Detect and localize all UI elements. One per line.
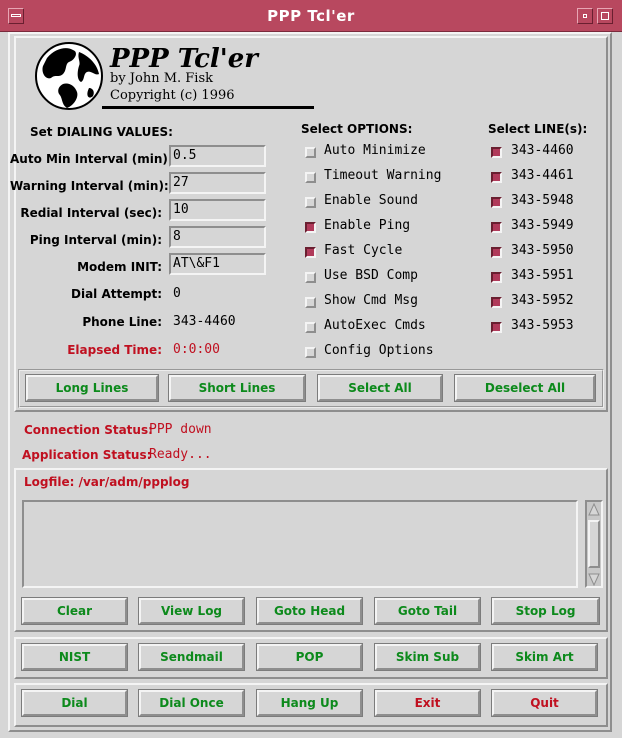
line-checkbox[interactable]	[491, 322, 502, 333]
ping-interval-field[interactable]: 8	[169, 226, 266, 248]
line-label[interactable]: 343-4460	[511, 143, 574, 158]
dial-attempt-value: 0	[173, 286, 181, 301]
clear-log-button[interactable]: Clear	[21, 597, 128, 625]
elapsed-time-label: Elapsed Time:	[67, 343, 162, 357]
line-label[interactable]: 343-5950	[511, 243, 574, 258]
exit-button[interactable]: Exit	[374, 689, 481, 717]
application-status-value: Ready...	[149, 447, 212, 462]
warning-interval-field[interactable]: 27	[169, 172, 266, 194]
option-checkbox[interactable]	[305, 347, 316, 358]
line-checkbox[interactable]	[491, 197, 502, 208]
option-label[interactable]: Show Cmd Msg	[324, 293, 418, 308]
minimize-button[interactable]	[577, 8, 593, 24]
modem-init-field[interactable]: AT\&F1	[169, 253, 266, 275]
option-label[interactable]: Enable Sound	[324, 193, 418, 208]
deselect-all-button[interactable]: Deselect All	[454, 374, 596, 402]
scroll-up-arrow-icon[interactable]	[588, 503, 600, 517]
scroll-down-arrow-icon[interactable]	[588, 572, 600, 586]
lines-heading: Select LINE(s):	[488, 122, 588, 136]
maximize-icon	[601, 12, 609, 20]
quit-button[interactable]: Quit	[491, 689, 598, 717]
option-checkbox[interactable]	[305, 272, 316, 283]
elapsed-time-value: 0:0:00	[173, 342, 220, 357]
option-label[interactable]: Timeout Warning	[324, 168, 441, 183]
select-all-button[interactable]: Select All	[317, 374, 443, 402]
phone-line-value: 343-4460	[173, 314, 236, 329]
line-label[interactable]: 343-5949	[511, 218, 574, 233]
warning-interval-label: Warning Interval (min):	[10, 179, 169, 193]
dial-attempt-label: Dial Attempt:	[71, 287, 162, 301]
line-checkbox[interactable]	[491, 297, 502, 308]
app-name: PPP Tcl'er	[110, 44, 258, 74]
option-label[interactable]: Auto Minimize	[324, 143, 426, 158]
hang-up-button[interactable]: Hang Up	[256, 689, 363, 717]
stop-log-button[interactable]: Stop Log	[491, 597, 600, 625]
line-checkbox[interactable]	[491, 272, 502, 283]
long-lines-button[interactable]: Long Lines	[25, 374, 159, 402]
goto-head-button[interactable]: Goto Head	[256, 597, 363, 625]
dial-button[interactable]: Dial	[21, 689, 128, 717]
line-label[interactable]: 343-5948	[511, 193, 574, 208]
option-checkbox[interactable]	[305, 172, 316, 183]
logfile-label: Logfile: /var/adm/ppplog	[24, 475, 190, 489]
option-label[interactable]: Enable Ping	[324, 218, 410, 233]
pop-button[interactable]: POP	[256, 643, 363, 671]
scroll-thumb[interactable]	[588, 520, 600, 568]
line-label[interactable]: 343-4461	[511, 168, 574, 183]
author-text: by John M. Fisk	[110, 71, 214, 86]
copyright-text: Copyright (c) 1996	[110, 88, 235, 103]
option-checkbox[interactable]	[305, 247, 316, 258]
dial-once-button[interactable]: Dial Once	[138, 689, 245, 717]
redial-interval-field[interactable]: 10	[169, 199, 266, 221]
skim-art-button[interactable]: Skim Art	[491, 643, 598, 671]
sendmail-button[interactable]: Sendmail	[138, 643, 245, 671]
phone-line-label: Phone Line:	[82, 315, 162, 329]
modem-init-label: Modem INIT:	[77, 260, 162, 274]
line-checkbox[interactable]	[491, 222, 502, 233]
auto-min-interval-field[interactable]: 0.5	[169, 145, 266, 167]
nist-button[interactable]: NIST	[21, 643, 128, 671]
line-label[interactable]: 343-5951	[511, 268, 574, 283]
option-checkbox[interactable]	[305, 197, 316, 208]
logo-underline	[102, 106, 314, 109]
log-text-area[interactable]	[22, 500, 578, 588]
window-titlebar[interactable]: PPP Tcl'er	[0, 0, 622, 32]
view-log-button[interactable]: View Log	[138, 597, 245, 625]
redial-interval-label: Redial Interval (sec):	[20, 206, 162, 220]
line-checkbox[interactable]	[491, 147, 502, 158]
globe-icon	[35, 42, 103, 110]
option-checkbox[interactable]	[305, 322, 316, 333]
option-checkbox[interactable]	[305, 147, 316, 158]
ping-interval-label: Ping Interval (min):	[29, 233, 162, 247]
maximize-button[interactable]	[597, 8, 613, 24]
line-checkbox[interactable]	[491, 172, 502, 183]
line-label[interactable]: 343-5952	[511, 293, 574, 308]
option-label[interactable]: Use BSD Comp	[324, 268, 418, 283]
short-lines-button[interactable]: Short Lines	[168, 374, 306, 402]
connection-status-value: PPP down	[149, 422, 212, 437]
minimize-icon	[583, 14, 587, 18]
goto-tail-button[interactable]: Goto Tail	[374, 597, 481, 625]
line-label[interactable]: 343-5953	[511, 318, 574, 333]
application-status-label: Application Status:	[22, 448, 152, 462]
option-label[interactable]: Config Options	[324, 343, 434, 358]
line-checkbox[interactable]	[491, 247, 502, 258]
option-checkbox[interactable]	[305, 297, 316, 308]
option-label[interactable]: AutoExec Cmds	[324, 318, 426, 333]
options-heading: Select OPTIONS:	[301, 122, 413, 136]
dialing-heading: Set DIALING VALUES:	[30, 125, 173, 139]
auto-min-interval-label: Auto Min Interval (min):	[10, 152, 173, 166]
log-scrollbar[interactable]	[585, 500, 603, 588]
option-checkbox[interactable]	[305, 222, 316, 233]
window-title: PPP Tcl'er	[267, 7, 355, 25]
skim-sub-button[interactable]: Skim Sub	[374, 643, 481, 671]
option-label[interactable]: Fast Cycle	[324, 243, 402, 258]
connection-status-label: Connection Status:	[24, 423, 153, 437]
